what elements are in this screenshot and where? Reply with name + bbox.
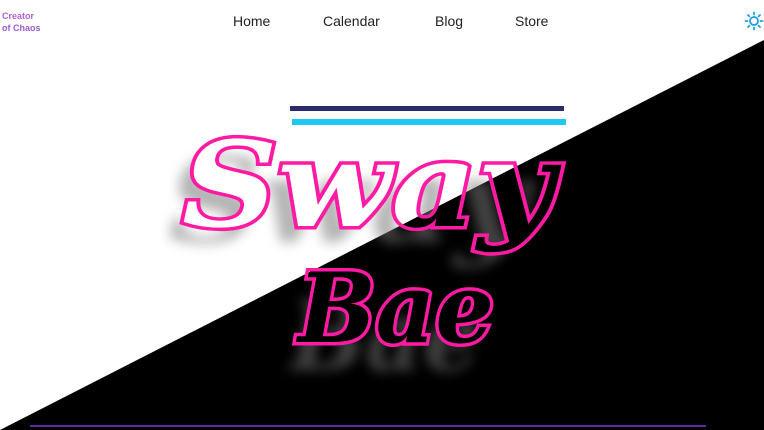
hero-word-2-dark: Bae bbox=[295, 252, 494, 365]
page: Creator of Chaos Home Calendar Blog Stor… bbox=[0, 0, 764, 430]
navy-bar bbox=[290, 106, 564, 111]
bottom-divider bbox=[30, 425, 706, 427]
hero-logo: Sway Bae Sway Bae Sway Bae bbox=[168, 106, 566, 393]
